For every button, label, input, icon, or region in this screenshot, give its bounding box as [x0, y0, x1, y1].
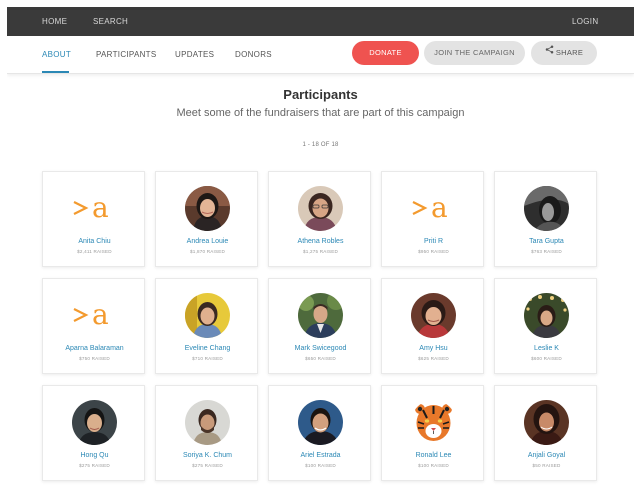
join-campaign-button[interactable]: JOIN THE CAMPAIGN — [424, 41, 525, 65]
share-button[interactable]: SHARE — [531, 41, 597, 65]
tab-participants[interactable]: PARTICIPANTS — [96, 36, 157, 74]
amount-raised: $600 RAISED — [531, 356, 562, 361]
participant-name[interactable]: Tara Gupta — [495, 238, 598, 245]
svg-text:a: a — [431, 191, 448, 224]
participant-avatar — [524, 186, 569, 231]
participant-card[interactable]: Ronald Lee $100 RAISED — [381, 385, 484, 481]
participant-card[interactable]: Mark Swicegood $650 RAISED — [268, 278, 371, 374]
participant-avatar — [524, 293, 569, 338]
participant-card[interactable]: Hong Qu $275 RAISED — [42, 385, 145, 481]
organization-logo-icon: a — [71, 295, 119, 335]
participant-name[interactable]: Athena Robles — [269, 238, 372, 245]
share-label: SHARE — [555, 48, 584, 57]
amount-raised: $100 RAISED — [305, 463, 336, 468]
participant-name[interactable]: Ronald Lee — [382, 452, 485, 459]
campaign-subnav: ABOUT PARTICIPANTS UPDATES DONORS DONATE… — [7, 36, 634, 74]
nav-home-link[interactable]: HOME — [42, 7, 67, 36]
participant-name[interactable]: Amy Hsu — [382, 345, 485, 352]
amount-raised: $2,411 RAISED — [77, 249, 112, 254]
participant-card[interactable]: a Priti R $950 RAISED — [381, 171, 484, 267]
participant-card[interactable]: Andrea Louie $1,870 RAISED — [155, 171, 258, 267]
tab-updates[interactable]: UPDATES — [175, 36, 214, 74]
participant-avatar — [185, 400, 230, 445]
participant-card[interactable]: Leslie K $600 RAISED — [494, 278, 597, 374]
participant-name[interactable]: Mark Swicegood — [269, 345, 372, 352]
participant-name[interactable]: Eveline Chang — [156, 345, 259, 352]
participant-card[interactable]: a Anita Chiu $2,411 RAISED — [42, 171, 145, 267]
tab-about[interactable]: ABOUT — [42, 36, 71, 74]
active-tab-indicator — [42, 71, 69, 73]
participant-avatar — [524, 400, 569, 445]
share-icon — [545, 40, 554, 64]
page-title: Participants — [283, 87, 358, 102]
amount-raised: $750 RAISED — [79, 356, 110, 361]
organization-logo-icon: a — [410, 188, 458, 228]
participant-name[interactable]: Andrea Louie — [156, 238, 259, 245]
participant-avatar — [298, 400, 343, 445]
page-frame: HOME SEARCH LOGIN ABOUT PARTICIPANTS UPD… — [7, 7, 634, 489]
amount-raised: $950 RAISED — [418, 249, 449, 254]
donate-button[interactable]: DONATE — [352, 41, 419, 65]
participant-avatar — [72, 400, 117, 445]
participant-name[interactable]: Priti R — [382, 238, 485, 245]
participant-card[interactable]: Eveline Chang $710 RAISED — [155, 278, 258, 374]
amount-raised: $710 RAISED — [192, 356, 223, 361]
nav-login-link[interactable]: LOGIN — [572, 7, 598, 36]
svg-text:a: a — [92, 191, 109, 224]
participant-card[interactable]: a Aparna Balaraman $750 RAISED — [42, 278, 145, 374]
participant-name[interactable]: Anjali Goyal — [495, 452, 598, 459]
participant-name[interactable]: Hong Qu — [43, 452, 146, 459]
amount-raised: $625 RAISED — [418, 356, 449, 361]
participant-card[interactable]: Athena Robles $1,275 RAISED — [268, 171, 371, 267]
amount-raised: $763 RAISED — [531, 249, 562, 254]
participant-card[interactable]: Anjali Goyal $50 RAISED — [494, 385, 597, 481]
tab-donors[interactable]: DONORS — [235, 36, 272, 74]
organization-logo-icon: a — [71, 188, 119, 228]
page-subtitle: Meet some of the fundraisers that are pa… — [176, 107, 465, 119]
amount-raised: $100 RAISED — [418, 463, 449, 468]
participant-card[interactable]: Soriya K. Chum $275 RAISED — [155, 385, 258, 481]
amount-raised: $1,275 RAISED — [302, 249, 339, 254]
participant-avatar — [411, 293, 456, 338]
participant-card[interactable]: Tara Gupta $763 RAISED — [494, 171, 597, 267]
results-counter: 1 - 18 OF 18 — [302, 142, 339, 148]
amount-raised: $275 RAISED — [79, 463, 110, 468]
participant-avatar — [185, 293, 230, 338]
participant-avatar — [185, 186, 230, 231]
participant-name[interactable]: Leslie K — [495, 345, 598, 352]
participant-name[interactable]: Ariel Estrada — [269, 452, 372, 459]
participant-card[interactable]: Ariel Estrada $100 RAISED — [268, 385, 371, 481]
participant-avatar — [298, 186, 343, 231]
participant-avatar — [298, 293, 343, 338]
participant-name[interactable]: Aparna Balaraman — [43, 345, 146, 352]
amount-raised: $650 RAISED — [305, 356, 336, 361]
amount-raised: $1,870 RAISED — [189, 249, 226, 254]
tiger-avatar — [411, 400, 456, 445]
participant-name[interactable]: Soriya K. Chum — [156, 452, 259, 459]
participant-name[interactable]: Anita Chiu — [43, 238, 146, 245]
amount-raised: $275 RAISED — [192, 463, 223, 468]
top-navbar: HOME SEARCH LOGIN — [7, 7, 634, 36]
svg-text:a: a — [92, 298, 109, 331]
nav-search-link[interactable]: SEARCH — [93, 7, 128, 36]
amount-raised: $50 RAISED — [532, 463, 561, 468]
participant-card[interactable]: Amy Hsu $625 RAISED — [381, 278, 484, 374]
